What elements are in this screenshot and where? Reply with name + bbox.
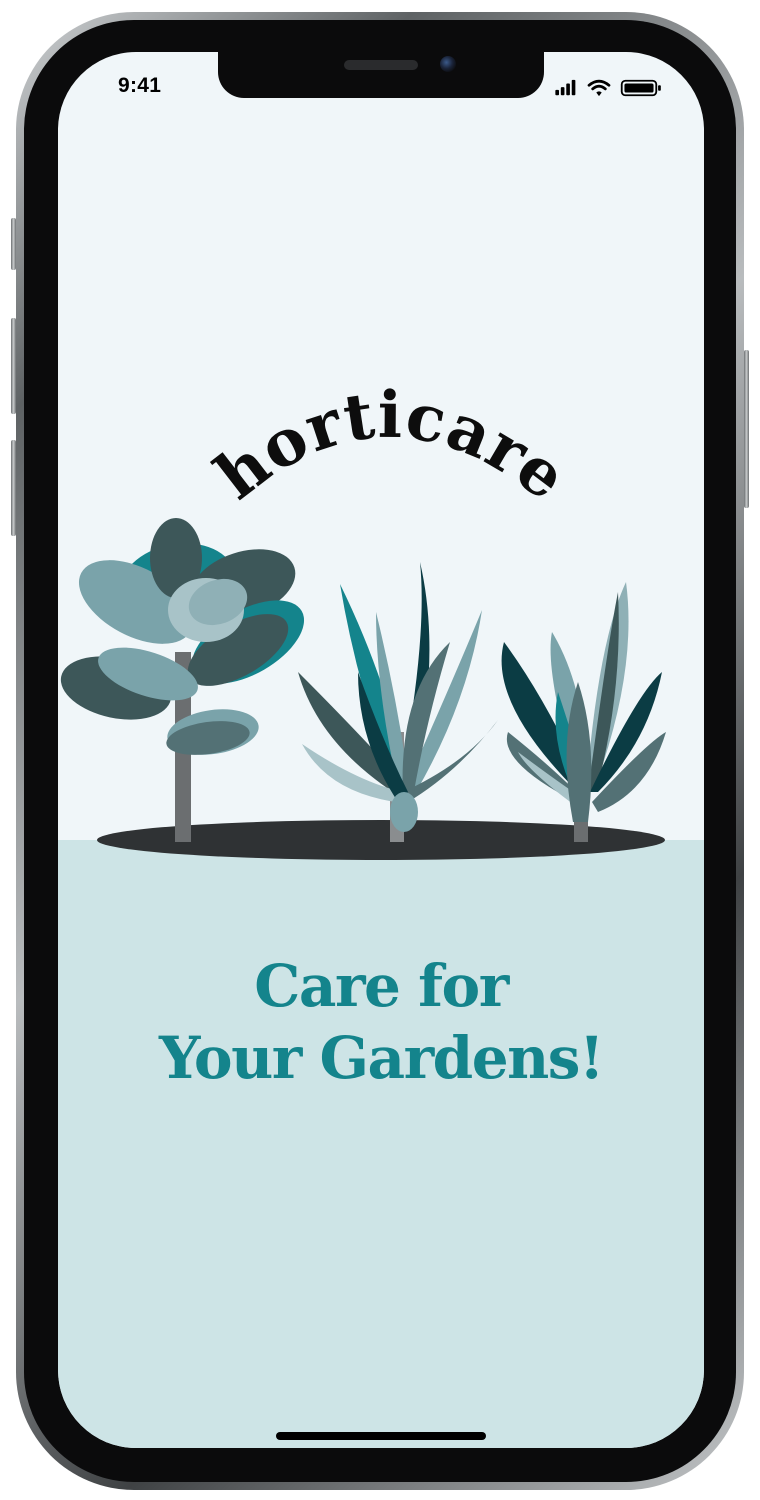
notch [218, 52, 544, 98]
status-time: 9:41 [118, 74, 162, 97]
device-frame-stage: 9:41 horticare Care for Your Gardens! [0, 0, 760, 1500]
battery-icon [620, 79, 661, 97]
status-icons [555, 79, 661, 97]
spiky-plant [298, 562, 498, 842]
volume-down-button [11, 440, 16, 536]
tagline-line-2: Your Gardens! [159, 1024, 604, 1092]
earpiece-speaker [344, 60, 418, 70]
front-camera [440, 56, 456, 72]
plants-illustration [60, 518, 666, 860]
tagline: Care for Your Gardens! [58, 950, 704, 1094]
app-screen: 9:41 horticare Care for Your Gardens! [58, 52, 704, 1448]
volume-up-button [11, 318, 16, 414]
wifi-icon [587, 79, 611, 97]
mute-switch [11, 218, 16, 270]
power-button [744, 350, 749, 508]
tagline-line-1: Care for [254, 952, 509, 1020]
ground-area [58, 840, 704, 1448]
round-leaf-plant [60, 518, 305, 842]
tall-leaf-plant [501, 582, 666, 842]
cellular-signal-icon [555, 79, 576, 96]
home-indicator[interactable] [276, 1432, 486, 1440]
